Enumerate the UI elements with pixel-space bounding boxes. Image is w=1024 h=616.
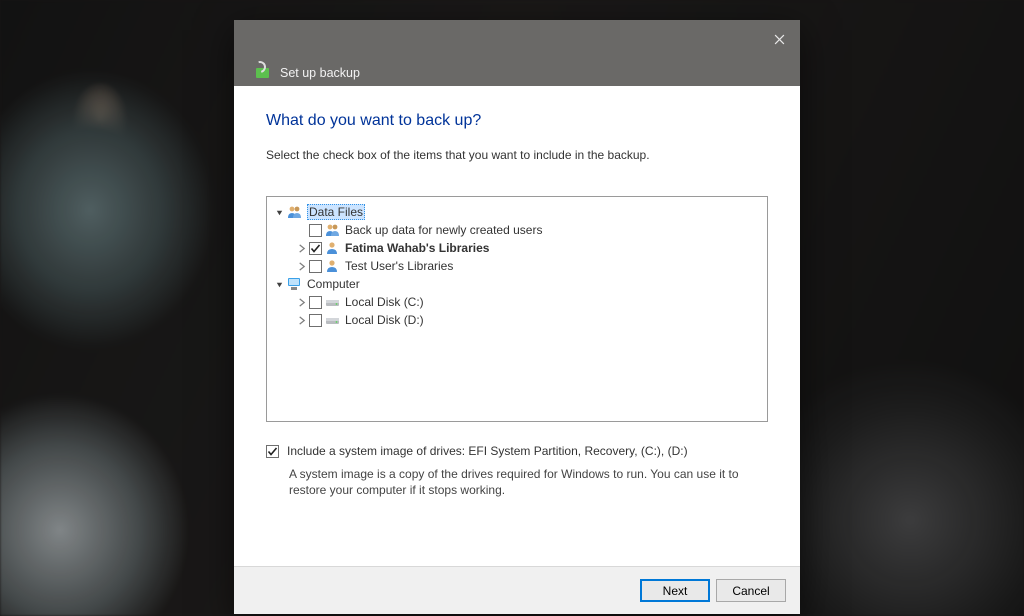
expand-icon[interactable] (295, 242, 307, 254)
checkbox-test-libraries[interactable] (309, 260, 322, 273)
tree-label: Test User's Libraries (345, 259, 453, 273)
computer-icon (287, 277, 303, 291)
close-button[interactable] (770, 30, 788, 48)
page-heading: What do you want to back up? (266, 112, 768, 130)
tree-label: Fatima Wahab's Libraries (345, 241, 489, 255)
users-icon (325, 223, 341, 237)
checkbox-system-image[interactable] (266, 445, 279, 458)
backup-wizard-dialog: Set up backup What do you want to back u… (234, 20, 800, 614)
drive-icon (325, 295, 341, 309)
tree-label: Data Files (307, 204, 365, 220)
drive-icon (325, 313, 341, 327)
tree-node-computer[interactable]: Computer (271, 275, 763, 293)
system-image-option[interactable]: Include a system image of drives: EFI Sy… (266, 444, 768, 458)
tree-node-test-libraries[interactable]: Test User's Libraries (271, 257, 763, 275)
tree-label: Computer (307, 277, 360, 291)
window-title: Set up backup (280, 66, 360, 80)
checkbox-new-users[interactable] (309, 224, 322, 237)
users-icon (287, 205, 303, 219)
checkbox-fatima-libraries[interactable] (309, 242, 322, 255)
next-button[interactable]: Next (640, 579, 710, 602)
tree-node-fatima-libraries[interactable]: Fatima Wahab's Libraries (271, 239, 763, 257)
backup-items-tree[interactable]: Data Files Back up data for newly create… (266, 196, 768, 422)
cancel-button[interactable]: Cancel (716, 579, 786, 602)
backup-wizard-icon (256, 64, 272, 78)
tree-node-local-disk-d[interactable]: Local Disk (D:) (271, 311, 763, 329)
close-icon (774, 34, 785, 45)
user-icon (325, 241, 341, 255)
system-image-label: Include a system image of drives: EFI Sy… (287, 444, 688, 458)
titlebar: Set up backup (234, 20, 800, 86)
tree-node-local-disk-c[interactable]: Local Disk (C:) (271, 293, 763, 311)
checkbox-disk-d[interactable] (309, 314, 322, 327)
expand-icon[interactable] (295, 314, 307, 326)
tree-label: Local Disk (D:) (345, 313, 424, 327)
collapse-icon[interactable] (273, 278, 285, 290)
page-subtext: Select the check box of the items that y… (266, 148, 768, 162)
expand-icon[interactable] (295, 260, 307, 272)
user-icon (325, 259, 341, 273)
dialog-content: What do you want to back up? Select the … (234, 86, 800, 566)
tree-label: Back up data for newly created users (345, 223, 542, 237)
system-image-description: A system image is a copy of the drives r… (289, 466, 759, 498)
tree-node-data-files[interactable]: Data Files (271, 203, 763, 221)
tree-label: Local Disk (C:) (345, 295, 424, 309)
expand-icon[interactable] (295, 296, 307, 308)
tree-node-new-users[interactable]: Back up data for newly created users (271, 221, 763, 239)
dialog-footer: Next Cancel (234, 566, 800, 614)
collapse-icon[interactable] (273, 206, 285, 218)
checkbox-disk-c[interactable] (309, 296, 322, 309)
